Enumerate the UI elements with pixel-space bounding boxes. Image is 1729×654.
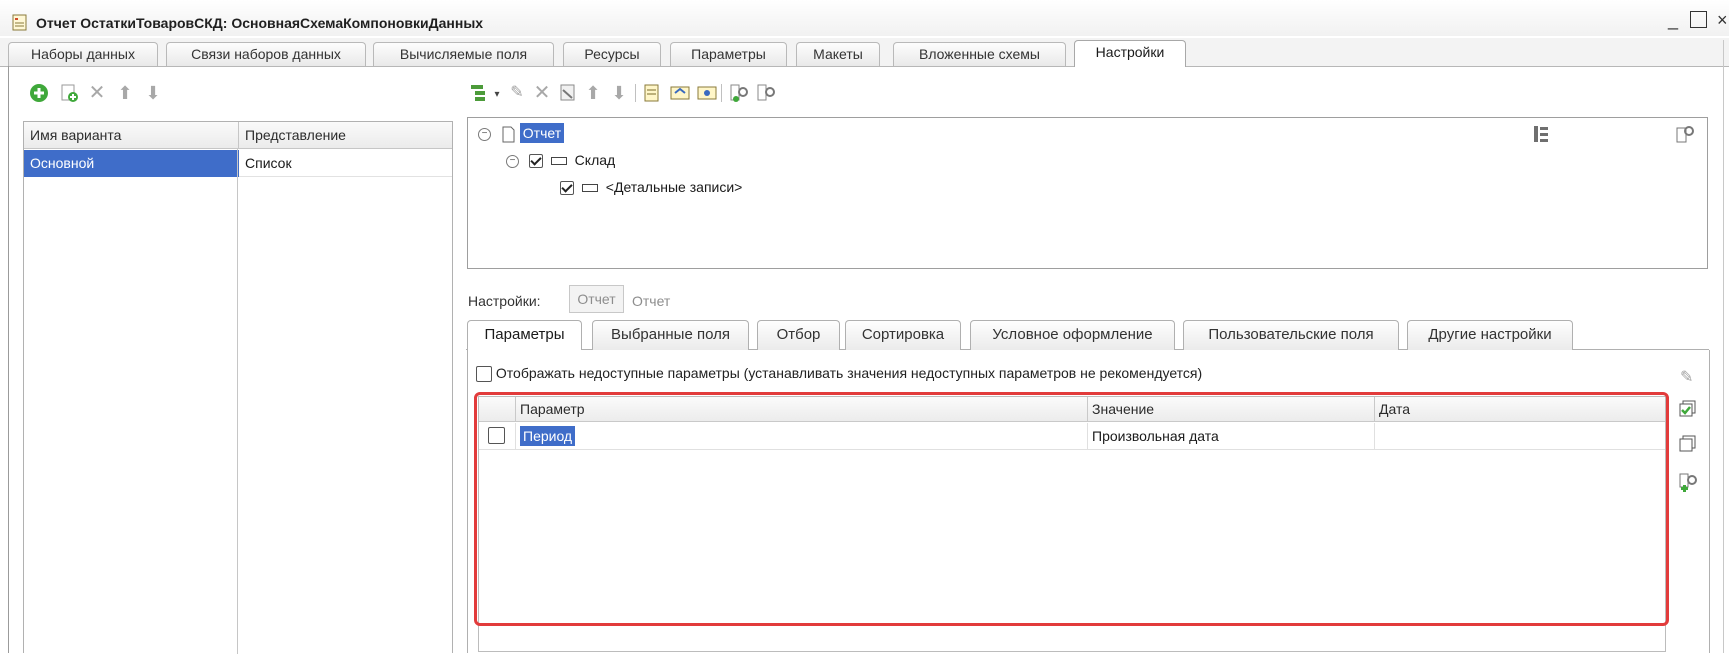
tree-node-detail-records[interactable]: <Детальные записи>: [560, 179, 743, 196]
tab-datasets[interactable]: Наборы данных: [8, 42, 158, 66]
move-down-icon[interactable]: ⬇: [608, 82, 630, 104]
tree-node-label: <Детальные записи>: [605, 179, 743, 195]
param-use-checkbox[interactable]: [488, 427, 505, 445]
tree-node-report[interactable]: − Отчет: [478, 123, 565, 143]
uncheck-all-icon[interactable]: [1678, 434, 1698, 454]
inner-tab-sorting[interactable]: Сортировка: [845, 320, 961, 350]
merge-settings-icon[interactable]: [696, 82, 718, 104]
inner-tab-selected-fields[interactable]: Выбранные поля: [592, 320, 749, 350]
minimize-button[interactable]: _: [1668, 10, 1678, 31]
move-down-icon[interactable]: ⬇: [142, 82, 164, 104]
dropdown-arrow-icon[interactable]: ▾: [486, 84, 508, 106]
tab-dataset-links[interactable]: Связи наборов данных: [166, 42, 366, 66]
close-button[interactable]: ×: [1717, 10, 1728, 31]
move-up-icon[interactable]: ⬆: [114, 82, 136, 104]
tab-calculated-fields[interactable]: Вычисляемые поля: [373, 42, 554, 66]
inner-tab-conditional-formatting[interactable]: Условное оформление: [970, 320, 1175, 350]
tab-settings[interactable]: Настройки: [1074, 40, 1186, 67]
parameters-table: Параметр Значение Дата Период Произвольн…: [478, 396, 1666, 652]
panel-divider: [1723, 40, 1724, 653]
settings-report-link[interactable]: Отчет: [632, 293, 670, 309]
tree-node-label: Склад: [574, 152, 616, 168]
toolbar-separator: [635, 84, 636, 102]
inner-tab-parameters[interactable]: Параметры: [467, 320, 582, 350]
panel-divider: [8, 66, 9, 653]
param-value-cell[interactable]: Произвольная дата: [1088, 423, 1375, 450]
copy-variant-icon[interactable]: [58, 82, 80, 104]
grouping-icon: [581, 184, 598, 193]
param-name-cell[interactable]: Период: [516, 423, 1088, 450]
column-header-value[interactable]: Значение: [1088, 397, 1375, 422]
collapse-icon[interactable]: −: [478, 127, 491, 141]
tab-parameters[interactable]: Параметры: [670, 42, 787, 66]
column-header-parameter[interactable]: Параметр: [516, 397, 1088, 422]
tab-templates[interactable]: Макеты: [796, 42, 880, 66]
report-document-icon: [12, 14, 27, 31]
tree-node-grouping[interactable]: − Склад: [506, 152, 616, 169]
show-unavailable-params-option[interactable]: Отображать недоступные параметры (устана…: [476, 365, 1203, 383]
tab-nested-schemas[interactable]: Вложенные схемы: [893, 42, 1066, 66]
column-header-variant-name[interactable]: Имя варианта: [24, 122, 239, 149]
variant-presentation-cell[interactable]: Список: [239, 150, 452, 177]
settings-label: Настройки:: [468, 293, 541, 309]
delete-icon[interactable]: ✕: [531, 82, 553, 104]
inner-tab-user-fields[interactable]: Пользовательские поля: [1183, 320, 1399, 350]
maximize-button[interactable]: [1690, 11, 1707, 28]
delete-icon[interactable]: ✕: [86, 82, 108, 104]
inner-tab-filter[interactable]: Отбор: [757, 320, 840, 350]
variant-name-cell[interactable]: Основной: [24, 150, 239, 177]
detail-checkbox[interactable]: [560, 181, 574, 196]
param-name: Период: [520, 426, 576, 446]
show-unavailable-label: Отображать недоступные параметры (устана…: [495, 365, 1203, 381]
check-all-icon[interactable]: [1678, 399, 1698, 419]
column-divider: [237, 149, 238, 654]
param-date-cell[interactable]: [1375, 423, 1665, 450]
variants-table: Имя варианта Представление Основной Спис…: [23, 121, 453, 654]
settings-doc-icon[interactable]: [642, 82, 664, 104]
window-title: Отчет ОстаткиТоваровСКД: ОсновнаяСхемаКо…: [36, 15, 484, 31]
edit-pencil-icon[interactable]: ✎: [1680, 367, 1700, 387]
layout-settings-icon[interactable]: [755, 82, 777, 104]
field-settings-icon[interactable]: [728, 82, 750, 104]
edit-pencil-icon[interactable]: ✎: [506, 82, 528, 104]
move-settings-icon[interactable]: [669, 82, 691, 104]
report-node-icon: [502, 126, 515, 143]
collapse-icon[interactable]: −: [506, 154, 519, 168]
report-structure-tree: − Отчет − Склад <Детальные записи>: [467, 117, 1708, 269]
grouping-icon: [550, 157, 567, 166]
inner-tab-other-settings[interactable]: Другие настройки: [1407, 320, 1573, 350]
settings-report-chip[interactable]: Отчет: [569, 285, 624, 313]
group-checkbox[interactable]: [528, 154, 543, 169]
tree-node-label: Отчет: [519, 123, 565, 143]
tab-resources[interactable]: Ресурсы: [563, 42, 661, 66]
column-header-presentation[interactable]: Представление: [239, 122, 452, 149]
show-unavailable-checkbox[interactable]: [476, 366, 492, 383]
structure-list-icon[interactable]: [1532, 124, 1550, 144]
move-up-icon[interactable]: ⬆: [582, 82, 604, 104]
column-header-date[interactable]: Дата: [1375, 397, 1665, 422]
structure-settings-icon[interactable]: [1675, 124, 1695, 144]
column-header-use: [479, 397, 516, 422]
add-user-setting-icon[interactable]: [1678, 472, 1698, 492]
add-variant-icon[interactable]: [28, 82, 50, 104]
param-use-cell[interactable]: [479, 423, 516, 450]
toolbar-separator: [721, 84, 722, 102]
group-settings-icon[interactable]: [557, 82, 579, 104]
